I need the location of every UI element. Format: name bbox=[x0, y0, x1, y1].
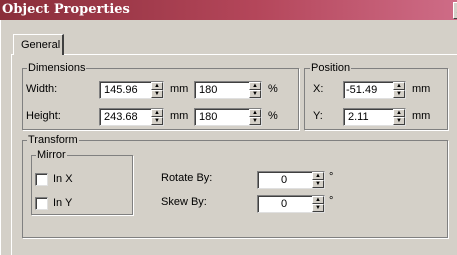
tab-general[interactable]: General bbox=[13, 34, 64, 55]
tab-general-label: General bbox=[21, 39, 61, 51]
spin-up-icon[interactable]: ▲ bbox=[249, 82, 261, 90]
width-input[interactable]: 145.96 ▲ ▼ bbox=[99, 81, 164, 99]
tab-panel-general: Dimensions Width: 145.96 ▲ ▼ mm 180 ▲ ▼ % … bbox=[11, 54, 457, 255]
x-label: X: bbox=[313, 83, 324, 95]
rotate-spinner[interactable]: ▲ ▼ bbox=[312, 172, 324, 188]
position-group-label: Position bbox=[310, 62, 352, 74]
height-percent-input[interactable]: 180 ▲ ▼ bbox=[194, 108, 262, 126]
skew-degree-unit: ° bbox=[329, 195, 334, 207]
y-label: Y: bbox=[313, 110, 323, 122]
spin-up-icon[interactable]: ▲ bbox=[151, 109, 163, 117]
height-percent-spinner[interactable]: ▲ ▼ bbox=[249, 109, 261, 125]
height-input[interactable]: 243.68 ▲ ▼ bbox=[99, 108, 164, 126]
transform-group: Transform Mirror In X In Y Rotate By: 0 … bbox=[22, 134, 448, 238]
spin-up-icon[interactable]: ▲ bbox=[151, 82, 163, 90]
position-group: Position X: -51.49 ▲ ▼ mm Y: 2.11 ▲ ▼ mm bbox=[304, 62, 448, 130]
mirror-in-x-label[interactable]: In X bbox=[53, 173, 73, 185]
height-value: 243.68 bbox=[104, 111, 138, 123]
width-percent-unit: % bbox=[268, 83, 278, 95]
mirror-in-x-checkbox[interactable] bbox=[35, 173, 48, 186]
spin-down-icon[interactable]: ▼ bbox=[393, 90, 405, 98]
width-percent-spinner[interactable]: ▲ ▼ bbox=[249, 82, 261, 98]
mirror-group-label: Mirror bbox=[36, 149, 67, 161]
skew-input[interactable]: 0 ▲ ▼ bbox=[257, 195, 325, 213]
width-percent-input[interactable]: 180 ▲ ▼ bbox=[194, 81, 262, 99]
height-unit: mm bbox=[170, 110, 189, 122]
x-unit: mm bbox=[412, 83, 431, 95]
rotate-degree-unit: ° bbox=[329, 171, 334, 183]
spin-up-icon[interactable]: ▲ bbox=[312, 172, 324, 180]
spin-up-icon[interactable]: ▲ bbox=[249, 109, 261, 117]
y-unit: mm bbox=[412, 110, 431, 122]
height-spinner[interactable]: ▲ ▼ bbox=[151, 109, 163, 125]
rotate-label: Rotate By: bbox=[161, 172, 213, 184]
close-button[interactable]: X bbox=[453, 2, 457, 19]
skew-spinner[interactable]: ▲ ▼ bbox=[312, 196, 324, 212]
width-label: Width: bbox=[26, 83, 58, 95]
x-position-input[interactable]: -51.49 ▲ ▼ bbox=[343, 81, 406, 99]
skew-value: 0 bbox=[280, 198, 288, 210]
spin-up-icon[interactable]: ▲ bbox=[312, 196, 324, 204]
rotate-value: 0 bbox=[280, 174, 288, 186]
width-percent-value: 180 bbox=[199, 84, 218, 96]
x-position-spinner[interactable]: ▲ ▼ bbox=[393, 82, 405, 98]
spin-up-icon[interactable]: ▲ bbox=[393, 109, 405, 117]
dimensions-group-label: Dimensions bbox=[27, 62, 87, 74]
dimensions-group: Dimensions Width: 145.96 ▲ ▼ mm 180 ▲ ▼ % … bbox=[22, 62, 299, 130]
spin-up-icon[interactable]: ▲ bbox=[393, 82, 405, 90]
transform-group-label: Transform bbox=[27, 134, 79, 146]
rotate-input[interactable]: 0 ▲ ▼ bbox=[257, 171, 325, 189]
spin-down-icon[interactable]: ▼ bbox=[393, 117, 405, 125]
window-title: Object Properties bbox=[2, 2, 130, 17]
width-unit: mm bbox=[170, 83, 189, 95]
title-bar[interactable]: Object Properties X bbox=[0, 0, 457, 20]
spin-down-icon[interactable]: ▼ bbox=[312, 180, 324, 188]
mirror-in-y-checkbox[interactable] bbox=[35, 197, 48, 210]
height-label: Height: bbox=[26, 110, 61, 122]
width-value: 145.96 bbox=[104, 84, 138, 96]
mirror-in-y-label[interactable]: In Y bbox=[53, 197, 72, 209]
x-position-value: -51.49 bbox=[346, 84, 378, 96]
spin-down-icon[interactable]: ▼ bbox=[249, 117, 261, 125]
dialog-body: General Dimensions Width: 145.96 ▲ ▼ mm 1… bbox=[0, 20, 457, 255]
spin-down-icon[interactable]: ▼ bbox=[249, 90, 261, 98]
height-percent-value: 180 bbox=[199, 111, 218, 123]
spin-down-icon[interactable]: ▼ bbox=[312, 204, 324, 212]
y-position-spinner[interactable]: ▲ ▼ bbox=[393, 109, 405, 125]
mirror-group: Mirror In X In Y bbox=[31, 149, 133, 215]
spin-down-icon[interactable]: ▼ bbox=[151, 117, 163, 125]
y-position-value: 2.11 bbox=[348, 111, 369, 123]
y-position-input[interactable]: 2.11 ▲ ▼ bbox=[343, 108, 406, 126]
spin-down-icon[interactable]: ▼ bbox=[151, 90, 163, 98]
width-spinner[interactable]: ▲ ▼ bbox=[151, 82, 163, 98]
skew-label: Skew By: bbox=[161, 196, 207, 208]
height-percent-unit: % bbox=[268, 110, 278, 122]
